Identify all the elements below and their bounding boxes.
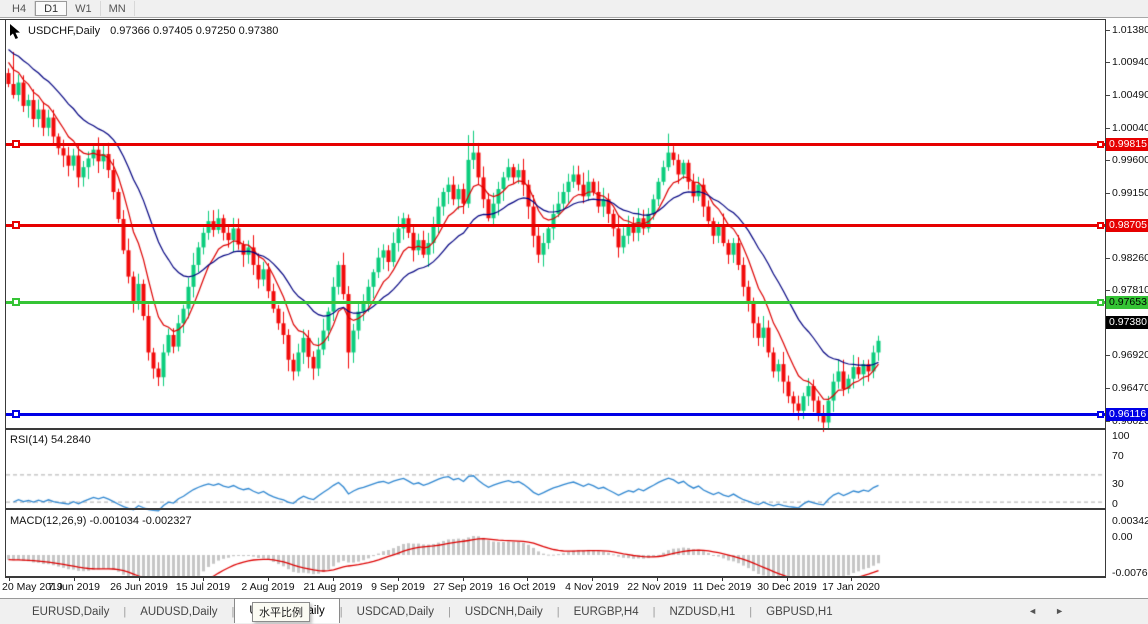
level-axis-marker — [1097, 222, 1104, 229]
date-label: 17 Jan 2020 — [822, 581, 880, 593]
date-label: 30 Dec 2019 — [757, 581, 817, 593]
level-axis-marker — [1097, 299, 1104, 306]
chart-tab-eurusd[interactable]: EURUSD,Daily — [18, 600, 123, 624]
axis-tick — [1106, 258, 1110, 259]
chart-tab-eurgbp[interactable]: EURGBP,H4 — [560, 600, 653, 624]
price-badge: 0.98705 — [1106, 219, 1148, 232]
mouse-cursor-icon — [10, 24, 20, 39]
horizontal-level-line[interactable] — [6, 301, 1105, 304]
date-label: 26 Jun 2019 — [110, 581, 168, 593]
price-tick-label: 0.98260 — [1112, 252, 1148, 264]
tooltip-horizontal-scale: 水平比例 — [252, 602, 310, 622]
chart-tab-usdcad[interactable]: USDCAD,Daily — [343, 600, 448, 624]
date-label: 27 Sep 2019 — [433, 581, 493, 593]
tab-scroll-right-icon[interactable]: ► — [1055, 606, 1082, 616]
mt4-chart-window: H4 D1 W1 MN USDCHF,Daily 0.97366 0.97405 … — [0, 0, 1148, 624]
date-label: 22 Nov 2019 — [627, 581, 687, 593]
date-label: 11 Dec 2019 — [692, 581, 752, 593]
axis-tick — [1106, 290, 1110, 291]
price-tick-label: 1.00940 — [1112, 56, 1148, 68]
price-badge: 0.97380 — [1106, 316, 1148, 329]
axis-tick — [1106, 388, 1110, 389]
symbol-timeframe-label: USDCHF,Daily — [28, 25, 101, 37]
tab-scroll-arrows[interactable]: ◄► — [1028, 606, 1082, 616]
date-label: 9 Sep 2019 — [371, 581, 425, 593]
chart-left-border — [5, 20, 6, 578]
rsi-tick-label: 70 — [1112, 450, 1124, 463]
axis-tick — [1106, 95, 1110, 96]
rsi-tick-label: 30 — [1112, 477, 1124, 490]
price-tick-label: 0.99600 — [1112, 154, 1148, 166]
axis-tick — [1106, 62, 1110, 63]
chart-tab-bar: EURUSD,Daily|AUDUSD,Daily|USDCHF,Daily|U… — [0, 598, 1148, 624]
date-label: 2 Aug 2019 — [241, 581, 295, 593]
axis-tick — [1106, 355, 1110, 356]
date-label: 7 Jun 2019 — [48, 581, 100, 593]
price-badge: 0.99815 — [1106, 138, 1148, 151]
chart-tab-gbpusd[interactable]: GBPUSD,H1 — [752, 600, 846, 624]
timeframe-button-h4[interactable]: H4 — [4, 1, 36, 16]
date-label: 21 Aug 2019 — [303, 581, 363, 593]
ohlc-values: 0.97366 0.97405 0.97250 0.97380 — [110, 25, 279, 37]
price-tick-label: 0.99150 — [1112, 187, 1148, 199]
chart-title: USDCHF,Daily 0.97366 0.97405 0.97250 0.97… — [28, 25, 278, 37]
price-tick-label: 0.97810 — [1112, 284, 1148, 296]
macd-tick-label: 0.003428 — [1112, 514, 1148, 527]
main-price-chart-canvas[interactable] — [6, 39, 1105, 448]
horizontal-level-line[interactable] — [6, 224, 1105, 227]
price-tick-label: 0.96920 — [1112, 349, 1148, 361]
main-rsi-separator — [5, 428, 1105, 430]
macd-label: MACD(12,26,9) -0.001034 -0.002327 — [10, 515, 192, 527]
level-line-handle[interactable] — [12, 298, 20, 306]
timeframe-button-w1[interactable]: W1 — [67, 1, 101, 16]
price-tick-label: 1.00490 — [1112, 89, 1148, 101]
date-label: 4 Nov 2019 — [565, 581, 619, 593]
timeframe-button-d1[interactable]: D1 — [35, 1, 68, 16]
chart-tab-nzdusd[interactable]: NZDUSD,H1 — [655, 600, 749, 624]
rsi-tick-label: 100 — [1112, 430, 1130, 442]
axis-tick — [1106, 160, 1110, 161]
level-axis-marker — [1097, 141, 1104, 148]
axis-tick — [1106, 30, 1110, 31]
axis-tick — [1106, 128, 1110, 129]
chart-tab-audusd[interactable]: AUDUSD,Daily — [126, 600, 231, 624]
axis-tick — [1106, 421, 1110, 422]
level-axis-marker — [1097, 411, 1104, 418]
level-line-handle[interactable] — [12, 140, 20, 148]
timeframe-toolbar: H4 D1 W1 MN — [0, 0, 1148, 18]
date-label: 15 Jul 2019 — [175, 581, 231, 593]
rsi-macd-separator — [5, 508, 1105, 510]
date-label: 16 Oct 2019 — [498, 581, 556, 593]
horizontal-level-line[interactable] — [6, 413, 1105, 416]
level-line-handle[interactable] — [12, 221, 20, 229]
axis-tick — [1106, 193, 1110, 194]
rsi-tick-label: 0 — [1112, 498, 1118, 510]
chart-tab-usdcnh[interactable]: USDCNH,Daily — [451, 600, 557, 624]
price-tick-label: 1.01380 — [1112, 24, 1148, 36]
tab-scroll-left-icon[interactable]: ◄ — [1028, 606, 1055, 616]
chart-area — [0, 19, 1148, 598]
price-tick-label: 1.00040 — [1112, 122, 1148, 134]
timeframe-button-mn[interactable]: MN — [101, 1, 135, 16]
chart-top-border — [0, 19, 1148, 20]
level-line-handle[interactable] — [12, 410, 20, 418]
price-badge: 0.96116 — [1106, 408, 1148, 421]
price-badge: 0.97653 — [1106, 296, 1148, 309]
macd-tick-label: 0.00 — [1112, 531, 1133, 543]
rsi-label: RSI(14) 54.2840 — [10, 434, 91, 446]
horizontal-level-line[interactable] — [6, 143, 1105, 146]
macd-tick-label: -0.007615 — [1112, 566, 1148, 579]
price-tick-label: 0.96470 — [1112, 382, 1148, 394]
